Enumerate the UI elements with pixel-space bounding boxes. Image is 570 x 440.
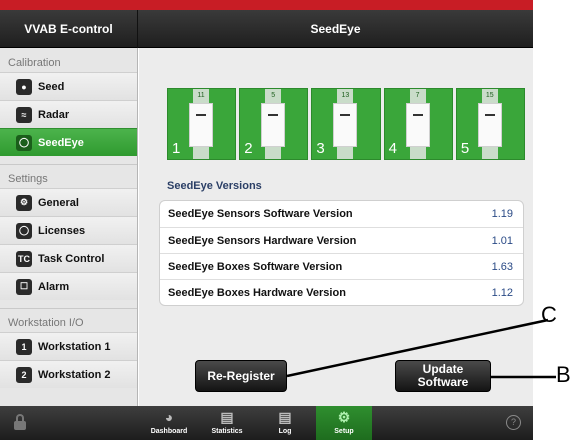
bottom-tab-bar: ◕ Dashboard ▤ Statistics ▤ Log ⚙ Setup ? (0, 406, 533, 440)
version-label: SeedEye Boxes Software Version (168, 260, 343, 273)
update-software-button[interactable]: Update Software (395, 360, 491, 392)
sidebar-item-label: Radar (38, 108, 70, 121)
tab-label: Dashboard (150, 428, 188, 435)
annotation-c: C (541, 302, 557, 327)
setup-icon: ⚙ (337, 409, 351, 425)
sidebar-item-label: Workstation 2 (38, 368, 111, 381)
table-row: SeedEye Boxes Hardware Version 1.12 (160, 279, 523, 305)
seedeye-unit-5[interactable]: 15 5 (455, 88, 526, 160)
section-title-calibration: Calibration (8, 57, 61, 69)
version-value: 1.12 (491, 286, 513, 299)
general-icon: ⚙ (16, 194, 32, 211)
unit-number: 1 (172, 140, 181, 157)
seedeye-unit-1[interactable]: 11 1 (167, 88, 237, 160)
sidebar-item-task-control[interactable]: TC Task Control (0, 244, 137, 272)
tab-setup[interactable]: ⚙ Setup (316, 406, 372, 440)
tab-label: Setup (334, 428, 354, 435)
table-row: SeedEye Sensors Hardware Version 1.01 (160, 227, 523, 253)
versions-table: SeedEye Sensors Software Version 1.19 Se… (159, 200, 524, 306)
unit-sensor-count: 11 (197, 92, 205, 99)
app-window: VVAB E-control SeedEye Calibration ● See… (0, 0, 533, 440)
lock-icon[interactable] (14, 414, 26, 430)
sidebar-item-label: Alarm (38, 280, 70, 293)
sidebar-item-seed[interactable]: ● Seed (0, 72, 137, 100)
title-bar: VVAB E-control SeedEye (0, 10, 533, 48)
version-label: SeedEye Boxes Hardware Version (168, 286, 346, 299)
sidebar-item-workstation-1[interactable]: 1 Workstation 1 (0, 332, 137, 360)
sidebar-item-workstation-2[interactable]: 2 Workstation 2 (0, 360, 137, 388)
version-label: SeedEye Sensors Hardware Version (168, 234, 357, 247)
sidebar-item-radar[interactable]: ≈ Radar (0, 100, 137, 128)
seedeye-units-diagram: 11 1 5 2 13 3 7 4 15 5 (167, 88, 526, 160)
unit-number: 4 (388, 140, 397, 157)
unit-number: 2 (244, 140, 253, 157)
sidebar-item-licenses[interactable]: ◯ Licenses (0, 216, 137, 244)
workstation-2-icon: 2 (16, 366, 32, 383)
seedeye-unit-3[interactable]: 13 3 (311, 88, 381, 160)
seedeye-sensor-icon (477, 103, 502, 147)
tab-log[interactable]: ▤ Log (262, 406, 308, 440)
unit-sensor-count: 7 (415, 92, 420, 99)
statistics-icon: ▤ (220, 409, 234, 425)
sidebar-item-label: Workstation 1 (38, 340, 111, 353)
seedeye-sensor-icon (333, 103, 358, 147)
sidebar-item-seedeye[interactable]: ◯ SeedEye (0, 128, 137, 156)
sidebar-item-alarm[interactable]: ☐ Alarm (0, 272, 137, 300)
main-content: 11 1 5 2 13 3 7 4 15 5 SeedEye Versions … (139, 48, 533, 406)
version-label: SeedEye Sensors Software Version (168, 208, 353, 220)
task-control-icon: TC (16, 250, 32, 267)
section-title-workstation-io: Workstation I/O (0, 308, 137, 332)
help-icon[interactable]: ? (506, 415, 521, 430)
tab-label: Log (278, 428, 292, 435)
version-value: 1.01 (491, 234, 513, 247)
sidebar-item-label: Task Control (38, 252, 105, 265)
update-label-line2: Software (417, 375, 469, 389)
seed-icon: ● (16, 78, 32, 95)
alarm-icon: ☐ (16, 278, 32, 295)
workstation-1-icon: 1 (16, 338, 32, 355)
unit-sensor-count: 13 (341, 92, 350, 99)
tab-label: Statistics (211, 428, 243, 435)
unit-sensor-count: 15 (485, 92, 494, 99)
sidebar-item-general[interactable]: ⚙ General (0, 188, 137, 216)
sidebar-item-label: Seed (38, 80, 65, 93)
re-register-button[interactable]: Re-Register (195, 360, 287, 392)
radar-icon: ≈ (16, 106, 32, 123)
section-title-settings: Settings (0, 164, 137, 188)
licenses-icon: ◯ (16, 222, 32, 239)
unit-number: 5 (460, 140, 470, 157)
version-value: 1.63 (491, 260, 513, 273)
page-title: SeedEye (310, 22, 361, 36)
sidebar: Calibration ● Seed ≈ Radar ◯ SeedEye Set… (0, 48, 138, 406)
annotation-b: B (556, 362, 570, 387)
seedeye-icon: ◯ (16, 134, 32, 151)
sidebar-item-label: General (38, 196, 79, 209)
seedeye-unit-2[interactable]: 5 2 (239, 88, 309, 160)
log-icon: ▤ (278, 409, 292, 425)
dashboard-icon: ◕ (164, 409, 174, 425)
top-accent-bar (0, 0, 533, 10)
seedeye-sensor-icon (189, 103, 213, 147)
tab-statistics[interactable]: ▤ Statistics (204, 406, 250, 440)
update-label-line1: Update (422, 362, 464, 376)
seedeye-sensor-icon (261, 103, 286, 147)
sidebar-title: VVAB E-control (0, 10, 138, 48)
sidebar-item-label: SeedEye (38, 136, 84, 149)
tab-dashboard[interactable]: ◕ Dashboard (146, 406, 192, 440)
unit-number: 3 (316, 140, 325, 157)
seedeye-unit-4[interactable]: 7 4 (383, 88, 453, 160)
table-row: SeedEye Sensors Software Version 1.19 (160, 201, 523, 227)
table-row: SeedEye Boxes Software Version 1.63 (160, 253, 523, 279)
version-value: 1.19 (491, 208, 513, 220)
seedeye-sensor-icon (405, 103, 430, 147)
unit-sensor-count: 5 (271, 92, 276, 99)
versions-title: SeedEye Versions (167, 180, 262, 192)
sidebar-item-label: Licenses (38, 224, 86, 237)
